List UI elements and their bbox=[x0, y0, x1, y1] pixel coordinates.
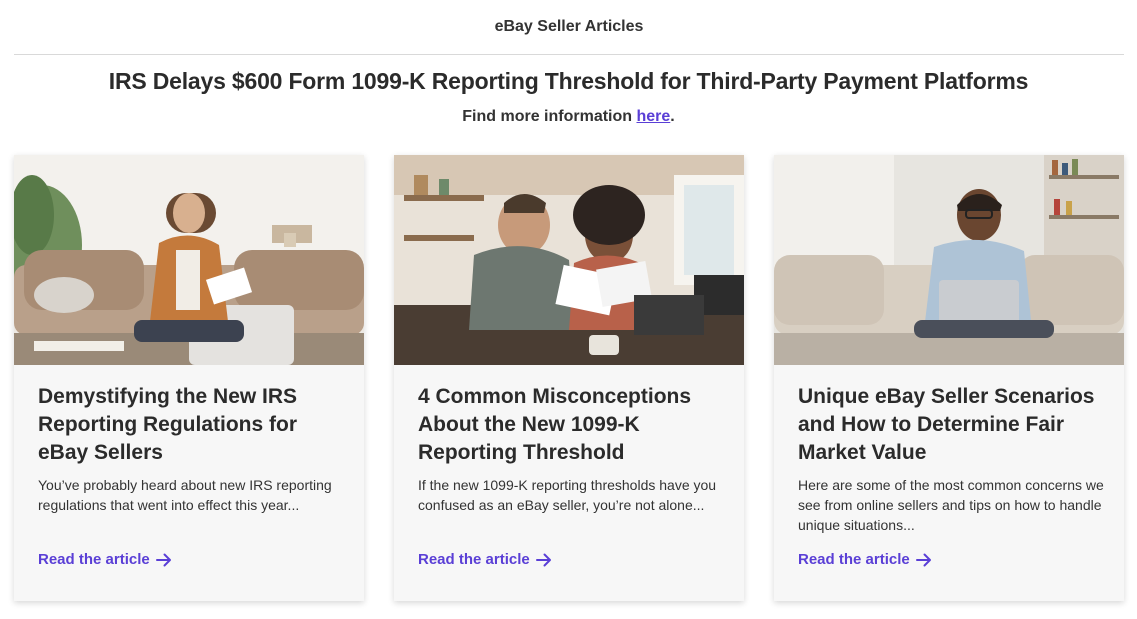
card-title[interactable]: Demystifying the New IRS Reporting Regul… bbox=[38, 383, 344, 467]
article-image-man-with-laptop[interactable] bbox=[774, 155, 1124, 365]
article-image-couple-reviewing-papers[interactable] bbox=[394, 155, 744, 365]
read-article-link[interactable]: Read the article bbox=[798, 551, 932, 568]
subline-period: . bbox=[670, 108, 675, 125]
banner-subline: Find more information here. bbox=[0, 108, 1137, 126]
card-title[interactable]: Unique eBay Seller Scenarios and How to … bbox=[798, 383, 1104, 467]
arrow-right-icon bbox=[155, 553, 171, 566]
card-title[interactable]: 4 Common Misconceptions About the New 10… bbox=[418, 383, 724, 467]
card-description: Here are some of the most common concern… bbox=[798, 477, 1104, 533]
article-card-1[interactable]: Demystifying the New IRS Reporting Regul… bbox=[14, 155, 364, 601]
read-article-link[interactable]: Read the article bbox=[418, 551, 552, 568]
card-body: Unique eBay Seller Scenarios and How to … bbox=[798, 383, 1104, 535]
read-article-label: Read the article bbox=[418, 551, 530, 568]
read-article-link[interactable]: Read the article bbox=[38, 551, 172, 568]
article-cards: Demystifying the New IRS Reporting Regul… bbox=[14, 155, 1124, 605]
banner-headline: IRS Delays $600 Form 1099-K Reporting Th… bbox=[108, 68, 1029, 94]
card-description: You’ve probably heard about new IRS repo… bbox=[38, 477, 332, 513]
card-body: 4 Common Misconceptions About the New 10… bbox=[418, 383, 724, 515]
arrow-right-icon bbox=[535, 553, 551, 566]
arrow-right-icon bbox=[915, 553, 931, 566]
card-body: Demystifying the New IRS Reporting Regul… bbox=[38, 383, 344, 515]
article-card-2[interactable]: 4 Common Misconceptions About the New 10… bbox=[394, 155, 744, 601]
here-link[interactable]: here bbox=[636, 108, 670, 125]
page-header: eBay Seller Articles bbox=[14, 0, 1124, 55]
article-card-3[interactable]: Unique eBay Seller Scenarios and How to … bbox=[774, 155, 1124, 601]
article-image-woman-on-sofa[interactable] bbox=[14, 155, 364, 365]
read-article-label: Read the article bbox=[38, 551, 150, 568]
read-article-label: Read the article bbox=[798, 551, 910, 568]
page-title: eBay Seller Articles bbox=[494, 18, 644, 35]
card-description: If the new 1099-K reporting thresholds h… bbox=[418, 477, 717, 513]
subline-text: Find more information bbox=[462, 108, 637, 125]
